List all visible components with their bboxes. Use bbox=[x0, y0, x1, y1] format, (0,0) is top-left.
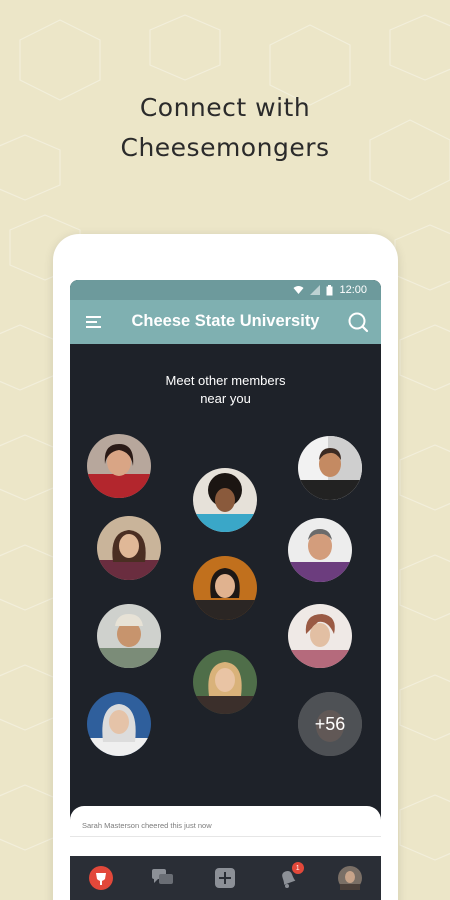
more-members-count: +56 bbox=[314, 713, 346, 734]
member-avatar[interactable] bbox=[97, 604, 161, 668]
app-screen: 12:00 Cheese State University Meet other… bbox=[70, 280, 381, 900]
member-avatar[interactable] bbox=[97, 516, 161, 580]
nearby-intro-line-1: Meet other members bbox=[165, 373, 286, 388]
activity-text: Sarah Masterson cheered this just now bbox=[82, 821, 212, 830]
cheer-icon bbox=[89, 866, 114, 890]
headline-line-2: Cheesemongers bbox=[120, 133, 330, 162]
nearby-intro-line-2: near you bbox=[200, 391, 251, 406]
member-avatar[interactable] bbox=[87, 692, 151, 756]
battery-icon bbox=[326, 284, 333, 295]
member-avatar[interactable] bbox=[87, 434, 151, 498]
member-avatar[interactable] bbox=[288, 518, 352, 582]
app-title: Cheese State University bbox=[131, 312, 320, 330]
member-avatar[interactable] bbox=[193, 468, 257, 532]
app-bar: Cheese State University bbox=[70, 300, 381, 344]
member-avatar[interactable] bbox=[193, 556, 257, 620]
member-avatar[interactable] bbox=[298, 436, 362, 500]
bottom-nav: 1 bbox=[70, 856, 381, 900]
profile-avatar bbox=[337, 866, 362, 890]
member-avatar[interactable] bbox=[288, 604, 352, 668]
status-bar: 12:00 bbox=[70, 280, 381, 300]
more-members-button[interactable]: +56 bbox=[298, 692, 362, 756]
headline-line-1: Connect with bbox=[139, 93, 311, 122]
activity-divider bbox=[70, 836, 381, 837]
nav-cheer-button[interactable] bbox=[87, 864, 115, 892]
nav-notifications-button[interactable]: 1 bbox=[274, 862, 304, 892]
activity-card[interactable]: Sarah Masterson cheered this just now bbox=[70, 806, 381, 856]
member-avatar[interactable] bbox=[193, 650, 257, 714]
chat-icon bbox=[152, 869, 174, 884]
status-time: 12:00 bbox=[339, 284, 367, 296]
nearby-intro: Meet other members near you bbox=[70, 372, 381, 408]
search-icon[interactable] bbox=[347, 311, 369, 333]
add-icon bbox=[215, 868, 236, 888]
notification-badge: 1 bbox=[291, 862, 304, 874]
nav-add-button[interactable] bbox=[211, 864, 239, 892]
signal-icon bbox=[310, 285, 321, 295]
wifi-icon bbox=[293, 286, 304, 294]
nav-profile-button[interactable] bbox=[336, 864, 364, 892]
nav-chat-button[interactable] bbox=[149, 864, 177, 892]
promo-headline: Connect with Cheesemongers bbox=[0, 88, 450, 168]
